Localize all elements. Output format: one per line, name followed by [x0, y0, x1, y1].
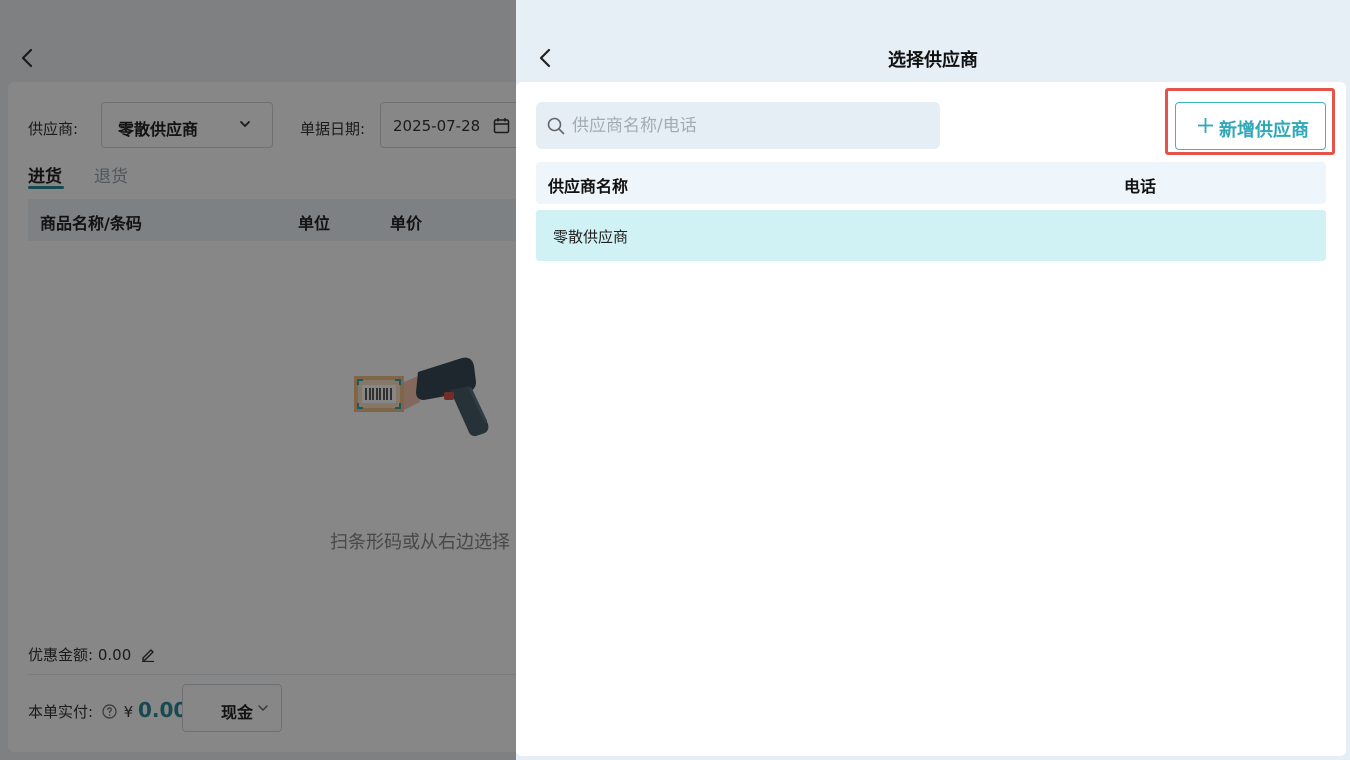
purchase-order-page: 供应商: 零散供应商 单据日期: 2025-07-28 进货 退货 商品名称/条…: [0, 0, 530, 760]
supplier-table-header: 供应商名称 电话: [536, 162, 1326, 204]
plus-icon: [1198, 118, 1213, 133]
supplier-name-cell: 零散供应商: [553, 228, 629, 246]
search-input[interactable]: [572, 102, 932, 149]
supplier-panel: 新增供应商 供应商名称 电话 零散供应商: [516, 82, 1346, 756]
add-supplier-label: 新增供应商: [1219, 120, 1309, 141]
select-supplier-drawer: 选择供应商 新增供应商 供应商名称 电话 零散供应商: [516, 0, 1350, 760]
column-phone: 电话: [1124, 177, 1157, 196]
table-row[interactable]: 零散供应商: [536, 210, 1326, 261]
drawer-title: 选择供应商: [888, 50, 978, 71]
supplier-search[interactable]: [536, 102, 940, 149]
search-icon: [547, 117, 565, 135]
add-supplier-button[interactable]: 新增供应商: [1175, 102, 1326, 150]
modal-overlay[interactable]: [0, 0, 516, 760]
column-supplier-name: 供应商名称: [548, 177, 629, 196]
